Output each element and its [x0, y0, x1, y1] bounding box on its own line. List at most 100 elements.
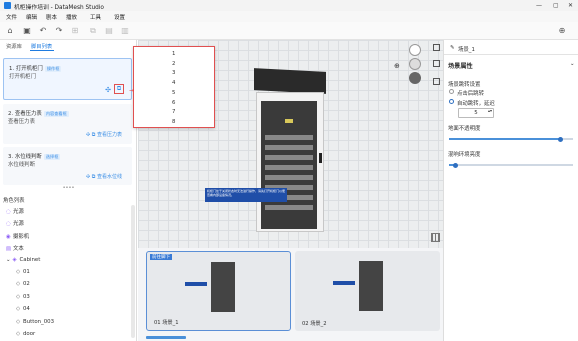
menu-script[interactable]: 剧本 [46, 13, 57, 21]
tree-item-label: 文本 [13, 246, 24, 253]
layout-icon[interactable] [433, 44, 440, 51]
menu-settings[interactable]: 设置 [114, 13, 125, 21]
tree-item[interactable]: ◉ 摄影机 [6, 232, 29, 240]
dropdown-option[interactable]: 7 [172, 109, 175, 115]
menu-tools[interactable]: 工具 [90, 13, 101, 21]
nav-badge-icon[interactable]: ⊕ [394, 62, 400, 70]
scene-strip: 前往脚下 01 场景_1 02 场景_2 [138, 248, 443, 341]
env-label: 混响环境亮度 [448, 152, 481, 158]
menu-edit[interactable]: 编辑 [26, 13, 37, 21]
menu-file[interactable]: 文件 [6, 13, 17, 21]
dropdown-option[interactable]: 1 [172, 51, 175, 57]
view-waterline-action[interactable]: ✣ ⧉ 查看水位线 [86, 173, 122, 180]
panel-splitter[interactable]: •••• [0, 186, 137, 191]
tree-item-label: 摄影机 [13, 233, 30, 240]
scene-thumb-1[interactable]: 前往脚下 01 场景_1 [146, 251, 291, 331]
copy-icon[interactable]: ⧉ [114, 84, 124, 94]
radio-auto[interactable] [449, 99, 454, 104]
tree-item[interactable]: ◇ 01 [16, 269, 30, 275]
tree-item[interactable]: ◇ 04 [16, 306, 30, 312]
move-icon[interactable]: ✣ [105, 86, 111, 94]
close-button[interactable]: ✕ [568, 2, 573, 9]
rack-shelf [265, 175, 313, 180]
tree-item[interactable]: ◇ 03 [16, 294, 30, 300]
tree-scrollbar[interactable] [131, 205, 135, 338]
save-icon[interactable]: ▣ [22, 26, 32, 36]
add-icon[interactable]: ⊕ [557, 26, 567, 36]
dropdown-option[interactable]: 6 [172, 100, 175, 106]
view-gauge-action[interactable]: ✣ ⧉ 查看压力表 [86, 131, 122, 138]
scene-label: 01 场景_1 [154, 320, 179, 326]
rack-shelf [265, 155, 313, 160]
bulb-icon: ◌ [6, 221, 11, 228]
step-card-1[interactable]: 1. 打开机柜门 操作框 打开机柜门 ✣ ⧉ [3, 58, 132, 100]
env-knob[interactable] [452, 162, 458, 168]
tree-item[interactable]: ⌄ ◈ Cabinet [6, 257, 40, 263]
minimize-button[interactable]: — [536, 2, 542, 9]
tree-item[interactable]: ◇ Button_003 [16, 319, 54, 325]
edit-icon[interactable]: ✎ [450, 45, 455, 51]
cabinet-handle [319, 153, 322, 163]
cabinet-model[interactable] [256, 92, 324, 232]
env-slider[interactable] [449, 162, 573, 168]
tree-item[interactable]: ▤ 文本 [6, 244, 24, 252]
preview-banner [185, 282, 207, 286]
scene-thumb-2[interactable]: 02 场景_2 [295, 251, 440, 331]
home-icon[interactable]: ⌂ [5, 26, 15, 36]
step-title: 2. 查看压力表 内容查看框 [8, 111, 69, 117]
tab-steps[interactable]: 脚目列表 [31, 42, 52, 50]
step-title: 3. 水位线判断 选择框 [8, 154, 61, 160]
tree-item-label: door [23, 331, 36, 337]
window-icon[interactable] [433, 78, 440, 85]
panel-icon[interactable] [433, 60, 440, 67]
text-icon: ▤ [6, 246, 12, 253]
delete-icon[interactable]: ▥ [120, 26, 130, 36]
dropdown-option[interactable]: 2 [172, 61, 175, 67]
radio-click[interactable] [449, 89, 454, 94]
tree-item-label: 01 [23, 269, 30, 275]
opacity-knob[interactable] [558, 136, 564, 142]
bulb-icon: ◌ [6, 209, 11, 215]
window-title: 机柜操作培训 - DataMesh Studio [14, 5, 104, 11]
redo-icon[interactable]: ↷ [54, 26, 64, 36]
chevron-down-icon[interactable]: ⌄ [6, 257, 11, 263]
maximize-button[interactable]: ▢ [553, 2, 559, 9]
dropdown-option[interactable]: 8 [172, 119, 175, 125]
step-card-2[interactable]: 2. 查看压力表 内容查看框 查看压力表 ✣ ⧉ 查看压力表 [3, 104, 132, 144]
scene-label: 02 场景_2 [302, 321, 327, 327]
scene-name: 场景_1 [458, 47, 475, 53]
cube-icon: ◇ [16, 269, 21, 275]
stepper-arrows-icon[interactable]: ▴▾ [488, 108, 492, 113]
undo-icon[interactable]: ↶ [38, 26, 48, 36]
step-desc: 打开机柜门 [9, 74, 36, 80]
tree-item[interactable]: ◌ 光源 [6, 207, 24, 215]
opacity-label: 地面不透明度 [448, 126, 481, 132]
grid-toggle-icon[interactable] [431, 233, 440, 242]
right-panel: ✎ 场景_1 场景属性 ⌄ 场景跳转设置 点击后跳转 自动跳转，延迟 5 ▴▾ … [443, 40, 578, 341]
number-dropdown[interactable]: 1 2 3 4 5 6 7 8 [133, 46, 215, 128]
opacity-slider[interactable] [449, 136, 573, 142]
step-card-3[interactable]: 3. 水位线判断 选择框 水位线判断 ✣ ⧉ 查看水位线 [3, 147, 132, 185]
toolbar: ⌂ ▣ ↶ ↷ ⊞ ⧉ ▤ ▥ ⊕ [0, 22, 578, 40]
camera-head-icon[interactable] [409, 72, 421, 84]
orbit-gizmo-icon[interactable] [409, 44, 421, 56]
menu-play[interactable]: 播放 [66, 13, 77, 21]
add-scene-icon[interactable]: ⊞ [70, 26, 80, 36]
rack-shelf [265, 135, 313, 140]
dropdown-option[interactable]: 5 [172, 90, 175, 96]
strip-scrollbar[interactable] [146, 336, 186, 339]
dropdown-option[interactable]: 3 [172, 70, 175, 76]
tree-item[interactable]: ◇ 02 [16, 281, 30, 287]
step-title: 1. 打开机柜门 操作框 [9, 66, 62, 72]
cube-icon: ◇ [16, 306, 21, 313]
copy-scene-icon[interactable]: ⧉ [88, 26, 98, 36]
paste-icon[interactable]: ▤ [104, 26, 114, 36]
avatar-head-icon[interactable] [409, 58, 421, 70]
tree-item-label: 光源 [13, 209, 24, 215]
dropdown-option[interactable]: 4 [172, 80, 175, 86]
section-title: 场景属性 [448, 63, 473, 70]
tab-resources[interactable]: 资源库 [6, 42, 22, 50]
chevron-down-icon[interactable]: ⌄ [570, 61, 575, 67]
tree-item[interactable]: ◌ 光源 [6, 219, 24, 227]
tree-item[interactable]: ◇ door [16, 331, 35, 337]
